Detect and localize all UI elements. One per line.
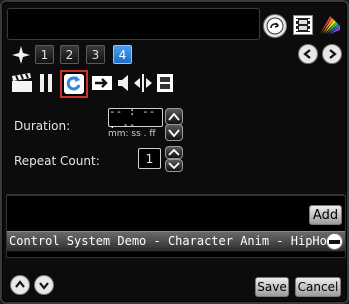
duration-down-button[interactable] (165, 124, 183, 141)
number-button-4[interactable]: 4 (113, 45, 132, 64)
split-icon[interactable] (133, 72, 153, 94)
add-button[interactable]: Add (309, 205, 342, 225)
list-item-label: Control System Demo - Character Anim - H… (9, 234, 327, 248)
duration-up-button[interactable] (165, 108, 183, 125)
repeat-icon[interactable] (60, 70, 88, 98)
chevron-down-icon[interactable] (34, 275, 54, 295)
duration-format-hint: mm: ss . ff (108, 129, 156, 139)
repeat-count-label: Repeat Count: (14, 154, 100, 168)
arrow-left-icon[interactable] (298, 44, 318, 64)
film-frame-icon[interactable] (155, 72, 175, 94)
repeat-up-button[interactable] (165, 146, 183, 159)
star-icon[interactable] (10, 44, 32, 65)
duration-input[interactable]: -- : -- . -- (108, 105, 163, 131)
remove-icon[interactable] (326, 233, 343, 250)
filmstrip-icon[interactable] (293, 15, 313, 35)
action-list: Add Control System Demo - Character Anim… (6, 195, 346, 258)
preset-dial-icon[interactable] (263, 14, 287, 38)
duration-label: Duration: (14, 119, 71, 133)
list-item[interactable]: Control System Demo - Character Anim - H… (7, 231, 345, 252)
save-button[interactable]: Save (255, 277, 289, 297)
repeat-down-button[interactable] (165, 159, 183, 172)
arrow-right-icon[interactable] (322, 44, 342, 64)
number-button-2[interactable]: 2 (60, 45, 79, 64)
animation-panel: 1 2 3 4 Duration: -- : -- . -- mm: ss . … (0, 0, 349, 304)
jump-arrow-icon[interactable] (91, 72, 113, 94)
title-field[interactable] (7, 8, 260, 40)
color-palette-icon[interactable] (318, 14, 342, 36)
pause-icon[interactable] (38, 72, 54, 94)
cancel-button[interactable]: Cancel (295, 277, 341, 297)
number-button-3[interactable]: 3 (86, 45, 105, 64)
chevron-up-icon[interactable] (10, 275, 30, 295)
clapper-icon[interactable] (11, 72, 33, 94)
repeat-count-input[interactable]: 1 (138, 148, 161, 169)
volume-icon[interactable] (115, 72, 131, 94)
number-button-1[interactable]: 1 (35, 45, 54, 64)
